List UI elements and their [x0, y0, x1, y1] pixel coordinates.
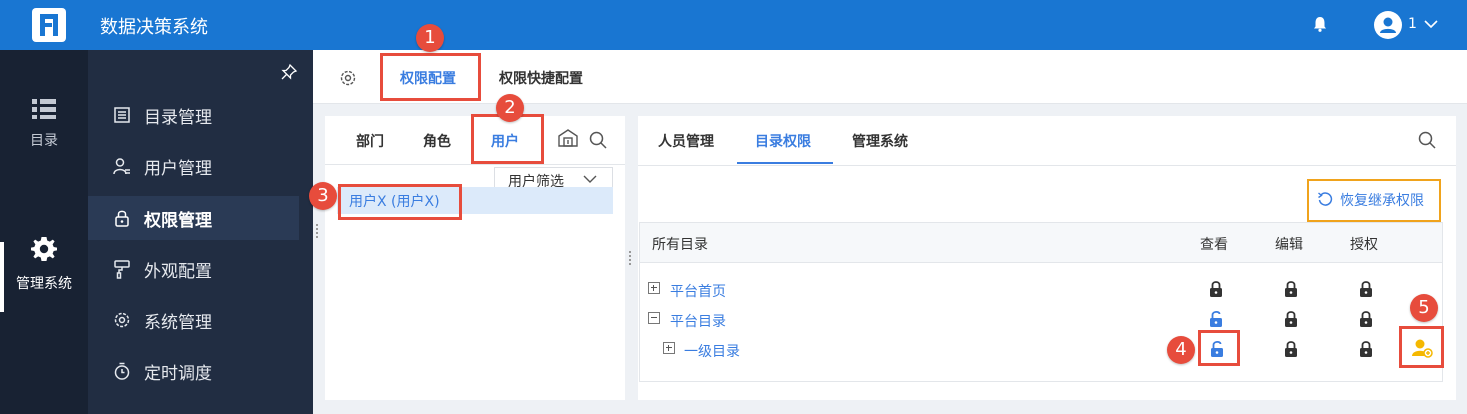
sidebar-item-label: 定时调度	[144, 363, 212, 384]
search-icon[interactable]	[1417, 130, 1437, 150]
active-tab-underline	[737, 162, 833, 164]
sidebar-item-system[interactable]: 系统管理	[88, 298, 299, 342]
tab-role[interactable]: 角色	[423, 131, 451, 151]
collapse-icon[interactable]	[648, 312, 660, 324]
tree-node-label[interactable]: 平台目录	[670, 311, 726, 331]
callout-badge: 2	[496, 94, 524, 122]
chevron-down-icon[interactable]	[582, 171, 598, 187]
sidebar-item-label: 用户管理	[144, 158, 212, 179]
sidebar-item-schedule[interactable]: 定时调度	[88, 349, 299, 393]
pin-icon[interactable]	[280, 63, 298, 81]
sidebar-item-user-manage[interactable]: 用户管理	[88, 144, 299, 188]
divider	[325, 164, 625, 165]
timer-icon	[114, 362, 130, 380]
sidebar-item-permission[interactable]: 权限管理	[88, 196, 299, 240]
lock-icon[interactable]	[1209, 280, 1223, 298]
tab-catalog-permission[interactable]: 目录权限	[755, 131, 811, 151]
tab-permission-quick-config[interactable]: 权限快捷配置	[499, 68, 583, 88]
table-header	[640, 223, 1442, 263]
sidebar-item-catalog[interactable]: 目录管理	[88, 93, 299, 137]
divider	[638, 165, 1456, 166]
lock-icon[interactable]	[1284, 280, 1298, 298]
user-name[interactable]: 1	[1408, 16, 1417, 32]
column-header-grant: 授权	[1350, 237, 1378, 253]
highlight-box	[1399, 326, 1444, 368]
tab-admin-system[interactable]: 管理系统	[852, 131, 908, 151]
main-tab-bar	[313, 50, 1467, 104]
lock-icon[interactable]	[1284, 310, 1298, 328]
resize-handle[interactable]	[316, 224, 320, 240]
search-icon[interactable]	[588, 130, 608, 150]
lock-icon[interactable]	[1359, 310, 1373, 328]
rail-item-label: 目录	[30, 133, 58, 149]
expand-icon[interactable]	[648, 282, 660, 294]
tree-node-label[interactable]: 平台首页	[670, 281, 726, 301]
callout-badge: 3	[309, 182, 337, 210]
catalog-icon	[114, 107, 130, 123]
unlock-icon[interactable]	[1209, 310, 1223, 328]
paint-roller-icon	[114, 260, 130, 279]
sidebar-item-label: 系统管理	[144, 312, 212, 333]
highlight-box	[338, 184, 462, 220]
list-icon	[32, 99, 56, 119]
highlight-box	[1198, 330, 1240, 366]
user-manage-icon	[113, 158, 130, 175]
app-logo[interactable]	[32, 8, 66, 42]
rail-item-admin[interactable]: 管理系统	[0, 235, 88, 293]
sidebar-item-label: 外观配置	[144, 261, 212, 282]
column-header-catalog: 所有目录	[652, 237, 708, 253]
tree-node-label[interactable]: 一级目录	[684, 341, 740, 361]
column-header-view: 查看	[1200, 237, 1228, 253]
top-bar	[0, 0, 1467, 50]
lock-icon[interactable]	[1359, 340, 1373, 358]
lock-icon[interactable]	[1284, 340, 1298, 358]
user-avatar[interactable]	[1374, 11, 1402, 39]
callout-badge: 1	[416, 24, 444, 52]
callout-badge: 5	[1410, 294, 1438, 322]
person-icon	[1380, 17, 1396, 33]
gear-icon[interactable]	[338, 68, 358, 88]
lock-icon	[115, 210, 129, 227]
highlight-box	[380, 53, 481, 101]
callout-badge: 4	[1167, 336, 1195, 364]
chevron-down-icon[interactable]	[1422, 15, 1440, 33]
bell-icon[interactable]	[1311, 15, 1329, 33]
app-title: 数据决策系统	[100, 17, 208, 38]
tab-personnel[interactable]: 人员管理	[658, 131, 714, 151]
sidebar-item-appearance[interactable]: 外观配置	[88, 247, 299, 291]
rail-item-label: 管理系统	[16, 276, 72, 292]
resize-handle[interactable]	[629, 251, 633, 267]
sidebar-item-label: 目录管理	[144, 107, 212, 128]
lock-icon[interactable]	[1359, 280, 1373, 298]
tab-department[interactable]: 部门	[356, 131, 384, 151]
rail-item-catalog[interactable]: 目录	[0, 98, 88, 150]
expand-icon[interactable]	[663, 342, 675, 354]
settings-icon	[114, 312, 130, 328]
highlight-box	[1307, 179, 1441, 222]
gear-icon	[31, 237, 57, 261]
org-filter-icon[interactable]	[557, 128, 579, 148]
sidebar-item-label: 权限管理	[144, 210, 212, 231]
column-header-edit: 编辑	[1275, 237, 1303, 253]
